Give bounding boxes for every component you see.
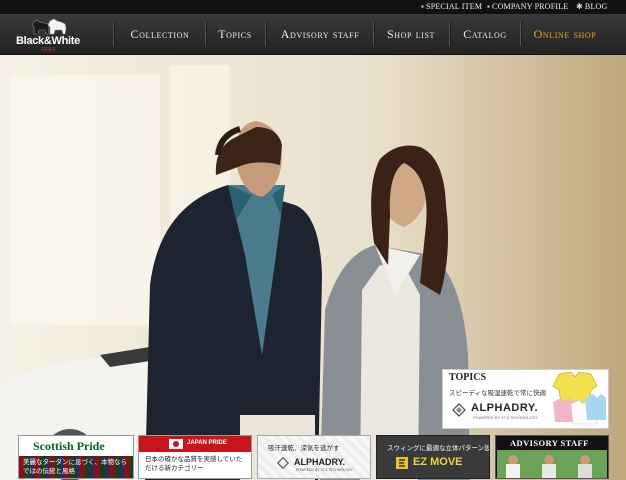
ez-move-text: スウィングに最適な立体パターン設計 xyxy=(387,444,490,452)
nav-topics[interactable]: Topics xyxy=(210,14,260,54)
scottish-pride-title: Scottish Pride xyxy=(33,439,105,453)
company-profile-label: COMPANY PROFILE xyxy=(492,2,569,11)
blog-link[interactable]: ✱ BLOG xyxy=(576,1,607,13)
nav-divider xyxy=(373,22,375,46)
advisory-staff-title: ADVISORY STAFF xyxy=(510,438,589,448)
special-item-label: SPECIAL ITEM xyxy=(426,2,483,11)
japan-pride-text: 日本の確かな品質を実感していただける新カテゴリー xyxy=(145,455,243,472)
alphadry-banner-logo: ALPHADRY. xyxy=(294,457,346,467)
nav-catalog[interactable]: Catalog xyxy=(454,14,516,54)
alphadry-logo-icon xyxy=(277,457,289,469)
nav-collection[interactable]: Collection xyxy=(120,14,200,54)
alphadry-banner-powered: POWERED BY 37.5 TECHNOLOGY xyxy=(296,468,353,472)
nav-divider xyxy=(449,22,451,46)
brand-name: Black&White xyxy=(16,35,80,47)
advisory-staff-banner[interactable]: ADVISORY STAFF xyxy=(495,435,609,479)
ez-move-banner[interactable]: スウィングに最適な立体パターン設計 EZ MOVE xyxy=(376,435,490,479)
brand-logo[interactable]: Black&White GOLF xyxy=(6,14,84,54)
building-icon: ▪ xyxy=(487,2,491,11)
topics-promo-card[interactable]: TOPICS スピーディな吸湿速乾で常に快適 ALPHADRY. POWERED… xyxy=(442,369,609,429)
flag-icon: ▪ xyxy=(421,2,425,11)
paw-icon: ✱ xyxy=(576,2,583,11)
special-item-link[interactable]: ▪ SPECIAL ITEM xyxy=(421,1,482,13)
nav-divider xyxy=(520,22,522,46)
nav-divider xyxy=(113,22,115,46)
japan-pride-banner[interactable]: JAPAN PRIDE 日本の確かな品質を実感していただける新カテゴリー xyxy=(138,435,252,479)
topics-powered-text: POWERED BY 37.5 TECHNOLOGY xyxy=(473,415,538,420)
nav-advisory-staff[interactable]: Advisory staff xyxy=(270,14,370,54)
brand-sub: GOLF xyxy=(42,47,56,53)
alphadry-banner-text: 吸汗速乾、涼気を逃がす xyxy=(268,444,340,452)
topics-alphadry-logo: ALPHADRY. xyxy=(471,402,539,414)
topics-title: TOPICS xyxy=(449,372,487,383)
blog-label: BLOG xyxy=(584,2,608,11)
scottish-pride-banner[interactable]: Scottish Pride 美麗なタータンに息づく、本物ならではの伝統と風格 xyxy=(18,435,134,479)
ez-move-logo: EZ MOVE xyxy=(413,456,463,468)
main-navigation: Black&White GOLF Collection Topics Advis… xyxy=(0,14,626,55)
nav-divider xyxy=(205,22,207,46)
flag-icon xyxy=(169,439,183,449)
alphadry-logo-icon xyxy=(452,403,466,417)
top-utility-bar: ▪ SPECIAL ITEM ▪ COMPANY PROFILE ✱ BLOG xyxy=(0,0,626,14)
polo-shirts-thumbnail xyxy=(552,372,606,425)
alphadry-banner[interactable]: 吸汗速乾、涼気を逃がす ALPHADRY. POWERED BY 37.5 TE… xyxy=(257,435,371,479)
advisory-staff-photos xyxy=(497,450,607,478)
japan-pride-tag: JAPAN PRIDE xyxy=(187,440,227,446)
ez-move-logo-icon xyxy=(396,457,408,469)
nav-divider xyxy=(265,22,267,46)
scottie-dogs-logo-icon xyxy=(31,18,67,35)
scottish-pride-text: 美麗なタータンに息づく、本物ならではの伝統と風格 xyxy=(23,458,127,475)
company-profile-link[interactable]: ▪ COMPANY PROFILE xyxy=(487,1,568,13)
nav-shop-list[interactable]: Shop list xyxy=(378,14,444,54)
nav-online-shop[interactable]: Online shop xyxy=(525,14,605,54)
topics-subtitle: スピーディな吸湿速乾で常に快適 xyxy=(449,389,547,397)
